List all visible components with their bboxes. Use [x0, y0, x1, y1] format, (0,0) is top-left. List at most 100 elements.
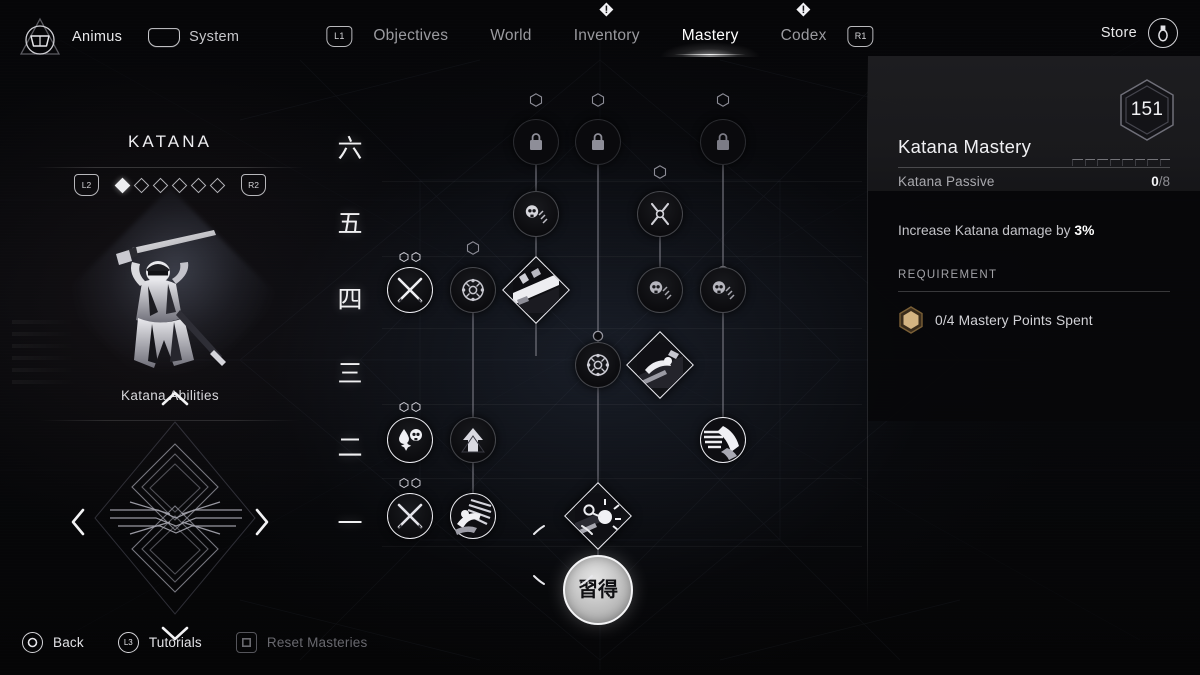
mastery-node-n62[interactable]: [575, 93, 621, 165]
tutorials-label: Tutorials: [148, 635, 202, 650]
chevron-right-icon[interactable]: [254, 508, 270, 536]
mastery-node-n32[interactable]: [626, 331, 694, 399]
node-frame: [575, 119, 621, 165]
cost-pip: [411, 402, 421, 412]
cost-hex-icon: [529, 93, 543, 107]
progress-segment: [1072, 159, 1083, 166]
description-text: Increase Katana damage by: [898, 223, 1075, 238]
progress-segment: [1134, 159, 1145, 166]
node-frame: [700, 119, 746, 165]
top-bar-left: Animus System: [18, 16, 239, 58]
tab-inventory[interactable]: Inventory: [553, 2, 661, 58]
detail-panel-body: Increase Katana damage by 3% REQUIREMENT…: [868, 191, 1200, 421]
tab-active-underline: [654, 37, 766, 57]
progress-segment: [1097, 159, 1108, 166]
mastery-node-n11[interactable]: [387, 478, 433, 539]
chevron-left-icon[interactable]: [70, 508, 86, 536]
mastery-node-n45[interactable]: [700, 267, 746, 313]
tab-codex-label: Codex: [780, 27, 827, 44]
tab-codex[interactable]: Codex: [760, 2, 848, 58]
animus-triangle-icon: [18, 16, 62, 58]
system-label: System: [189, 29, 240, 45]
page-dot[interactable]: [190, 177, 207, 193]
l2-trigger-icon[interactable]: L2: [74, 174, 99, 196]
bottom-action-bar: Back L3 Tutorials Reset Masteries: [22, 632, 367, 653]
node-frame: [637, 267, 683, 313]
mastery-node-n31[interactable]: [575, 342, 621, 388]
back-label: Back: [53, 635, 84, 650]
root-corner-ticks: [533, 525, 593, 585]
system-button[interactable]: System: [147, 27, 240, 47]
tab-inventory-label: Inventory: [573, 27, 640, 44]
store-button[interactable]: Store: [1101, 18, 1178, 48]
mastery-node-n52[interactable]: [637, 165, 683, 237]
progress-total: 8: [1162, 174, 1170, 189]
node-frame: [700, 417, 746, 463]
mastery-node-n51[interactable]: [513, 191, 559, 237]
mastery-screen: Animus System L1 Objectives World Invent…: [0, 0, 1200, 675]
weapon-category-title: KATANA: [127, 132, 213, 151]
progress-current: 0: [1151, 174, 1159, 189]
notification-diamond-icon: [796, 2, 811, 17]
cost-pip: [411, 252, 421, 262]
skull-strike-icon: [649, 281, 672, 300]
samurai-illustration: [116, 230, 226, 368]
padlock-icon: [530, 133, 542, 150]
mastery-node-n43[interactable]: [502, 256, 570, 324]
cost-hex-icon: [716, 93, 730, 107]
detail-title-divider: [898, 167, 1170, 168]
progress-segment: [1147, 159, 1158, 166]
lunge-ability-icon: [637, 342, 683, 388]
page-dot[interactable]: [209, 177, 226, 193]
mastery-node-n21[interactable]: [387, 402, 433, 463]
mastery-node-n41[interactable]: [387, 252, 433, 313]
tab-objectives[interactable]: Objectives: [352, 14, 469, 58]
bleed-skull-icon: [399, 429, 422, 451]
mastery-node-n63[interactable]: [700, 93, 746, 165]
mastery-node-n61[interactable]: [513, 93, 559, 165]
progress-segment: [1109, 159, 1120, 166]
l3-stick-icon: L3: [117, 632, 139, 653]
tutorials-action[interactable]: L3 Tutorials: [117, 632, 202, 653]
node-frame: [700, 267, 746, 313]
back-action[interactable]: Back: [22, 632, 84, 653]
weapon-hero-art: [0, 187, 340, 409]
node-frame: [575, 342, 621, 388]
tab-mastery[interactable]: Mastery: [654, 14, 766, 58]
cost-pip: [399, 478, 409, 488]
chevron-up-icon[interactable]: [161, 390, 189, 406]
node-frame: [626, 331, 694, 399]
mastery-node-n23[interactable]: [700, 417, 746, 463]
left-weapon-panel: KATANA L2 R2 Katana Abilities: [0, 72, 340, 641]
progress-segment: [1122, 159, 1133, 166]
page-dot[interactable]: [133, 177, 150, 193]
reset-masteries-action[interactable]: Reset Masteries: [235, 632, 368, 653]
page-dot[interactable]: [114, 177, 131, 193]
currency-value: 151: [1130, 99, 1164, 120]
dash-strike-icon: [452, 495, 494, 537]
r2-trigger-icon[interactable]: R2: [241, 174, 266, 196]
mastery-root-node[interactable]: 習得: [533, 525, 633, 625]
tab-world-label: World: [490, 27, 532, 44]
skull-strike-icon: [525, 205, 548, 224]
mastery-node-n44[interactable]: [637, 267, 683, 313]
node-frame: [450, 417, 496, 463]
animus-button[interactable]: Animus: [18, 16, 122, 58]
mastery-node-n12[interactable]: [450, 493, 496, 539]
left-bumper-icon[interactable]: L1: [326, 25, 353, 47]
detail-panel-header: 151 Katana Mastery Katana Passive 0/8: [868, 56, 1200, 191]
progress-count: 0/8: [1151, 174, 1170, 189]
page-dot[interactable]: [171, 177, 188, 193]
mastery-progress-bar: [1072, 159, 1170, 167]
node-frame: [637, 191, 683, 237]
tab-world[interactable]: World: [469, 14, 552, 58]
detail-description: Increase Katana damage by 3%: [898, 221, 1170, 241]
store-circle-icon: [1148, 18, 1178, 48]
detail-title: Katana Mastery: [898, 136, 1032, 157]
cost-pip: [399, 252, 409, 262]
mastery-node-n42[interactable]: [450, 241, 496, 313]
requirement-heading: REQUIREMENT: [898, 269, 998, 281]
cost-pips: [399, 478, 421, 488]
right-bumper-icon[interactable]: R1: [847, 25, 874, 47]
mastery-node-n22[interactable]: [450, 417, 496, 463]
